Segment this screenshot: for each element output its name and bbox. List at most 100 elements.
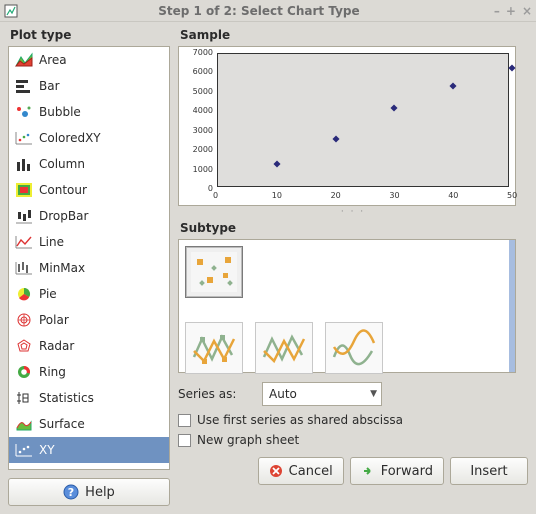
plot-type-label: Radar xyxy=(39,339,74,353)
x-tick-label: 30 xyxy=(389,191,399,200)
series-as-combo[interactable]: Auto ▼ xyxy=(262,382,382,406)
new-sheet-label: New graph sheet xyxy=(197,433,299,447)
data-point xyxy=(273,160,280,167)
window-title: Step 1 of 2: Select Chart Type xyxy=(24,4,494,18)
y-tick-label: 2000 xyxy=(193,145,213,154)
cancel-label: Cancel xyxy=(289,464,333,479)
y-tick-label: 1000 xyxy=(193,165,213,174)
polar-icon xyxy=(15,312,33,328)
plot-type-label: MinMax xyxy=(39,261,85,275)
x-tick-label: 0 xyxy=(213,191,218,200)
shared-abscissa-label: Use first series as shared abscissa xyxy=(197,413,403,427)
plot-type-area[interactable]: Area xyxy=(9,47,169,73)
new-sheet-row: New graph sheet xyxy=(178,433,528,447)
coloredxy-icon xyxy=(15,130,33,146)
plot-type-label: Surface xyxy=(39,417,85,431)
contour-icon xyxy=(15,182,33,198)
plot-type-xy[interactable]: XY xyxy=(9,437,169,463)
pie-icon xyxy=(15,286,33,302)
minmax-icon xyxy=(15,260,33,276)
close-icon[interactable]: × xyxy=(522,4,532,18)
app-icon xyxy=(4,4,18,18)
plot-type-label: Ring xyxy=(39,365,66,379)
x-tick-label: 50 xyxy=(507,191,517,200)
plot-type-panel: Plot type Area Bar Bubble ColoredXY Colu… xyxy=(8,28,170,506)
statistics-icon xyxy=(15,390,33,406)
x-tick-label: 10 xyxy=(272,191,282,200)
svg-text:?: ? xyxy=(68,486,74,499)
plot-type-heading: Plot type xyxy=(10,28,170,42)
forward-button[interactable]: Forward xyxy=(350,457,444,485)
plot-type-radar[interactable]: Radar xyxy=(9,333,169,359)
cancel-icon xyxy=(269,464,283,478)
chevron-down-icon: ▼ xyxy=(370,389,377,399)
plot-type-label: Polar xyxy=(39,313,69,327)
plot-type-ring[interactable]: Ring xyxy=(9,359,169,385)
subtype-scatter[interactable] xyxy=(185,246,243,298)
plot-type-label: ColoredXY xyxy=(39,131,101,145)
plot-type-line[interactable]: Line xyxy=(9,229,169,255)
help-button[interactable]: ? Help xyxy=(8,478,170,506)
data-point xyxy=(508,64,515,71)
xy-icon xyxy=(15,442,33,458)
x-tick-label: 20 xyxy=(331,191,341,200)
data-point xyxy=(332,136,339,143)
plot-type-polar[interactable]: Polar xyxy=(9,307,169,333)
help-icon: ? xyxy=(63,484,79,500)
new-sheet-checkbox[interactable] xyxy=(178,434,191,447)
plot-type-column[interactable]: Column xyxy=(9,151,169,177)
subtype-scrollbar[interactable] xyxy=(509,240,515,372)
minimize-icon[interactable]: – xyxy=(494,4,500,18)
window-buttons: – + × xyxy=(494,4,532,18)
radar-icon xyxy=(15,338,33,354)
plot-type-bar[interactable]: Bar xyxy=(9,73,169,99)
insert-button[interactable]: Insert xyxy=(450,457,528,485)
plot-type-pie[interactable]: Pie xyxy=(9,281,169,307)
plot-type-label: Contour xyxy=(39,183,87,197)
forward-label: Forward xyxy=(381,464,433,479)
sample-chart: 0100020003000400050006000700001020304050 xyxy=(178,46,516,206)
series-as-row: Series as: Auto ▼ xyxy=(178,381,528,407)
plot-type-bubble[interactable]: Bubble xyxy=(9,99,169,125)
subtype-line-icon xyxy=(260,327,308,369)
plot-type-label: Pie xyxy=(39,287,57,301)
subtype-spline-icon xyxy=(330,327,378,369)
plot-area xyxy=(217,53,509,187)
cancel-button[interactable]: Cancel xyxy=(258,457,344,485)
subtype-spline[interactable] xyxy=(325,322,383,374)
plot-type-label: Bar xyxy=(39,79,60,93)
help-button-label: Help xyxy=(85,485,115,500)
x-tick-label: 40 xyxy=(448,191,458,200)
data-point xyxy=(391,105,398,112)
sample-heading: Sample xyxy=(180,28,528,42)
plot-type-label: Bubble xyxy=(39,105,81,119)
surface-icon xyxy=(15,416,33,432)
insert-label: Insert xyxy=(470,464,507,479)
plot-type-coloredxy[interactable]: ColoredXY xyxy=(9,125,169,151)
resize-grip-icon[interactable]: · · · xyxy=(178,207,528,217)
y-tick-label: 3000 xyxy=(193,126,213,135)
subtype-scatter-icon xyxy=(190,251,238,293)
line-icon xyxy=(15,234,33,250)
bar-icon xyxy=(15,78,33,94)
subtype-line[interactable] xyxy=(255,322,313,374)
plot-type-label: DropBar xyxy=(39,209,88,223)
series-as-value: Auto xyxy=(269,387,297,401)
plot-type-label: Statistics xyxy=(39,391,94,405)
y-tick-label: 6000 xyxy=(193,67,213,76)
subtype-heading: Subtype xyxy=(180,221,528,235)
plot-type-minmax[interactable]: MinMax xyxy=(9,255,169,281)
plot-type-dropbar[interactable]: DropBar xyxy=(9,203,169,229)
plot-type-label: Column xyxy=(39,157,85,171)
plot-type-surface[interactable]: Surface xyxy=(9,411,169,437)
area-icon xyxy=(15,52,33,68)
maximize-icon[interactable]: + xyxy=(506,4,516,18)
subtype-line-markers-icon xyxy=(190,327,238,369)
plot-type-statistics[interactable]: Statistics xyxy=(9,385,169,411)
shared-abscissa-checkbox[interactable] xyxy=(178,414,191,427)
plot-type-contour[interactable]: Contour xyxy=(9,177,169,203)
subtype-line-markers[interactable] xyxy=(185,322,243,374)
plot-type-list[interactable]: Area Bar Bubble ColoredXY Column Contour xyxy=(8,46,170,470)
plot-type-label: XY xyxy=(39,443,55,457)
preview-panel: Sample 010002000300040005000600070000102… xyxy=(178,28,528,506)
